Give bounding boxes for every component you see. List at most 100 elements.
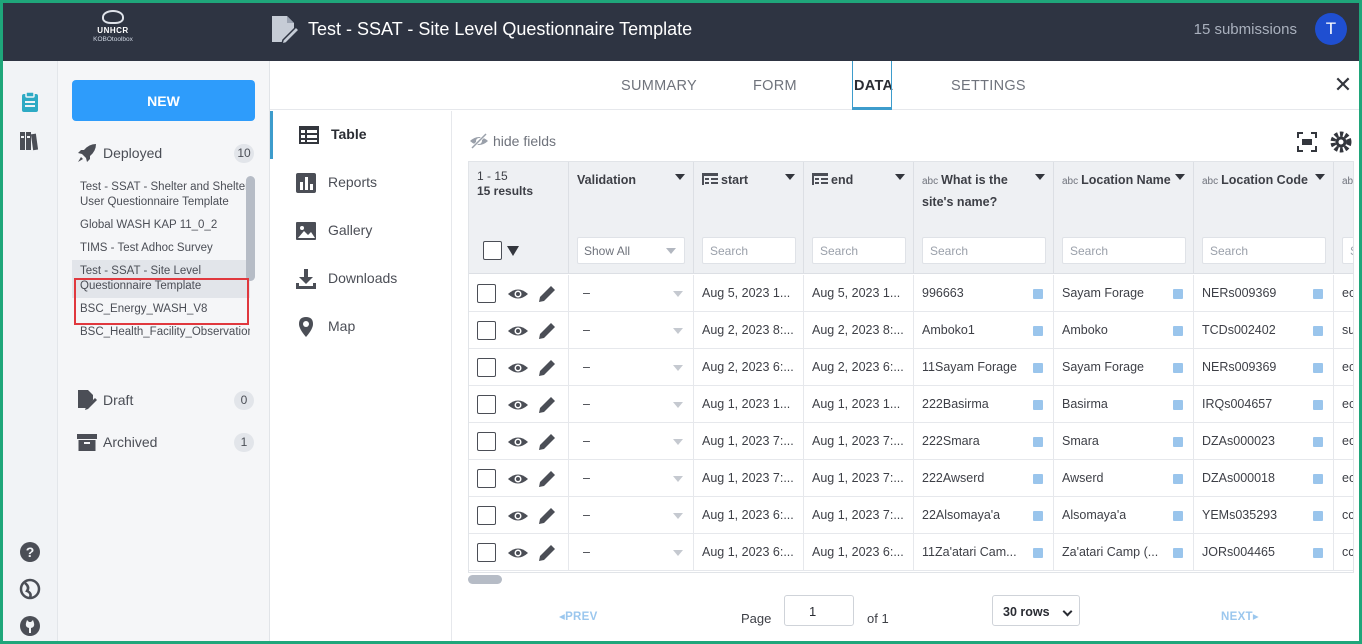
- validation-status-caret[interactable]: [673, 476, 683, 482]
- subnav-gallery[interactable]: Gallery: [270, 207, 452, 255]
- page-number-input[interactable]: 1: [784, 595, 854, 626]
- expand-cell-icon[interactable]: [1313, 437, 1323, 447]
- row-checkbox[interactable]: [477, 321, 496, 340]
- expand-cell-icon[interactable]: [1033, 400, 1043, 410]
- expand-cell-icon[interactable]: [1173, 474, 1183, 484]
- subnav-table[interactable]: Table: [270, 111, 452, 159]
- edit-pencil-icon[interactable]: [537, 543, 557, 563]
- view-eye-icon[interactable]: [507, 543, 529, 563]
- row-checkbox[interactable]: [477, 284, 496, 303]
- settings-gear-icon[interactable]: [1329, 130, 1353, 154]
- header-next-column[interactable]: abc Search: [1334, 162, 1353, 274]
- column-menu-caret[interactable]: [785, 174, 795, 180]
- close-icon[interactable]: ✕: [1333, 74, 1353, 96]
- tab-settings[interactable]: SETTINGS: [951, 78, 1026, 94]
- header-location-name[interactable]: abc Location Name Search: [1054, 162, 1194, 274]
- help-icon[interactable]: ?: [18, 540, 42, 564]
- validation-status-caret[interactable]: [673, 291, 683, 297]
- hide-fields-button[interactable]: hide fields: [469, 132, 556, 150]
- project-list-scrollbar[interactable]: [246, 176, 255, 281]
- row-checkbox[interactable]: [477, 432, 496, 451]
- projects-clipboard-icon[interactable]: [18, 90, 42, 114]
- expand-cell-icon[interactable]: [1033, 474, 1043, 484]
- rows-per-page-select[interactable]: 30 rows: [992, 595, 1080, 626]
- header-validation[interactable]: Validation Show All: [569, 162, 694, 274]
- table-row[interactable]: – Aug 1, 2023 7:... Aug 1, 2023 7:... 222Aw…: [469, 460, 1353, 497]
- table-row[interactable]: – Aug 1, 2023 1... Aug 1, 2023 1... 222Basi…: [469, 386, 1353, 423]
- deployed-section[interactable]: Deployed 10: [76, 141, 254, 167]
- end-search-input[interactable]: Search: [812, 237, 906, 264]
- expand-cell-icon[interactable]: [1033, 326, 1043, 336]
- project-item[interactable]: TIMS - Test Adhoc Survey: [72, 237, 250, 260]
- table-row[interactable]: – Aug 2, 2023 6:... Aug 2, 2023 6:... 11Say…: [469, 349, 1353, 386]
- header-site-name[interactable]: abc What is the site's name? Search: [914, 162, 1054, 274]
- unhcr-kobo-logo[interactable]: UNHCR KOBOtoolbox: [83, 10, 143, 54]
- expand-cell-icon[interactable]: [1173, 400, 1183, 410]
- expand-cell-icon[interactable]: [1313, 400, 1323, 410]
- table-row[interactable]: – Aug 2, 2023 8:... Aug 2, 2023 8:... Ambok…: [469, 312, 1353, 349]
- header-start[interactable]: start Search: [694, 162, 804, 274]
- column-menu-caret[interactable]: [675, 174, 685, 180]
- location-name-search-input[interactable]: Search: [1062, 237, 1186, 264]
- edit-pencil-icon[interactable]: [537, 395, 557, 415]
- view-eye-icon[interactable]: [507, 395, 529, 415]
- validation-filter-select[interactable]: Show All: [577, 237, 685, 264]
- view-eye-icon[interactable]: [507, 321, 529, 341]
- table-horizontal-scrollbar[interactable]: [468, 575, 502, 584]
- view-eye-icon[interactable]: [507, 284, 529, 304]
- edit-pencil-icon[interactable]: [537, 358, 557, 378]
- expand-cell-icon[interactable]: [1033, 548, 1043, 558]
- subnav-downloads[interactable]: Downloads: [270, 255, 452, 303]
- row-checkbox[interactable]: [477, 543, 496, 562]
- new-project-button[interactable]: NEW: [72, 80, 255, 121]
- row-checkbox[interactable]: [477, 395, 496, 414]
- select-options-caret[interactable]: [507, 246, 519, 256]
- expand-cell-icon[interactable]: [1033, 437, 1043, 447]
- expand-cell-icon[interactable]: [1313, 474, 1323, 484]
- table-row[interactable]: – Aug 1, 2023 7:... Aug 1, 2023 7:... 222Sm…: [469, 423, 1353, 460]
- expand-cell-icon[interactable]: [1313, 289, 1323, 299]
- expand-cell-icon[interactable]: [1033, 289, 1043, 299]
- library-books-icon[interactable]: [18, 129, 42, 153]
- validation-status-caret[interactable]: [673, 402, 683, 408]
- expand-cell-icon[interactable]: [1313, 363, 1323, 373]
- location-code-search-input[interactable]: Search: [1202, 237, 1326, 264]
- header-location-code[interactable]: abc Location Code Search: [1194, 162, 1334, 274]
- project-item[interactable]: Test - SSAT - Shelter and Shelter User Q…: [72, 176, 250, 214]
- subnav-reports[interactable]: Reports: [270, 159, 452, 207]
- column-menu-caret[interactable]: [895, 174, 905, 180]
- expand-cell-icon[interactable]: [1173, 326, 1183, 336]
- validation-status-caret[interactable]: [673, 365, 683, 371]
- view-eye-icon[interactable]: [507, 506, 529, 526]
- expand-cell-icon[interactable]: [1173, 511, 1183, 521]
- project-item[interactable]: Global WASH KAP 11_0_2: [72, 214, 250, 237]
- user-avatar[interactable]: T: [1315, 13, 1347, 45]
- expand-cell-icon[interactable]: [1033, 511, 1043, 521]
- validation-status-caret[interactable]: [673, 550, 683, 556]
- language-globe-icon[interactable]: [18, 577, 42, 601]
- prev-page-button[interactable]: ◂PREV: [559, 609, 598, 623]
- next-column-search-input[interactable]: Search: [1342, 237, 1353, 264]
- table-row[interactable]: – Aug 5, 2023 1... Aug 5, 2023 1... 996663 S…: [469, 275, 1353, 312]
- expand-cell-icon[interactable]: [1173, 437, 1183, 447]
- github-icon[interactable]: [18, 614, 42, 638]
- expand-cell-icon[interactable]: [1313, 548, 1323, 558]
- column-menu-caret[interactable]: [1175, 174, 1185, 180]
- expand-cell-icon[interactable]: [1173, 363, 1183, 373]
- tab-summary[interactable]: SUMMARY: [621, 78, 697, 94]
- fullscreen-icon[interactable]: [1295, 130, 1319, 154]
- expand-cell-icon[interactable]: [1313, 511, 1323, 521]
- validation-status-caret[interactable]: [673, 513, 683, 519]
- validation-status-caret[interactable]: [673, 439, 683, 445]
- row-checkbox[interactable]: [477, 358, 496, 377]
- view-eye-icon[interactable]: [507, 432, 529, 452]
- site-name-search-input[interactable]: Search: [922, 237, 1046, 264]
- next-page-button[interactable]: NEXT▸: [1221, 609, 1259, 623]
- edit-pencil-icon[interactable]: [537, 321, 557, 341]
- view-eye-icon[interactable]: [507, 358, 529, 378]
- edit-pencil-icon[interactable]: [537, 506, 557, 526]
- edit-pencil-icon[interactable]: [537, 284, 557, 304]
- table-row[interactable]: – Aug 1, 2023 6:... Aug 1, 2023 7:... 22Als…: [469, 497, 1353, 534]
- row-checkbox[interactable]: [477, 469, 496, 488]
- edit-pencil-icon[interactable]: [537, 432, 557, 452]
